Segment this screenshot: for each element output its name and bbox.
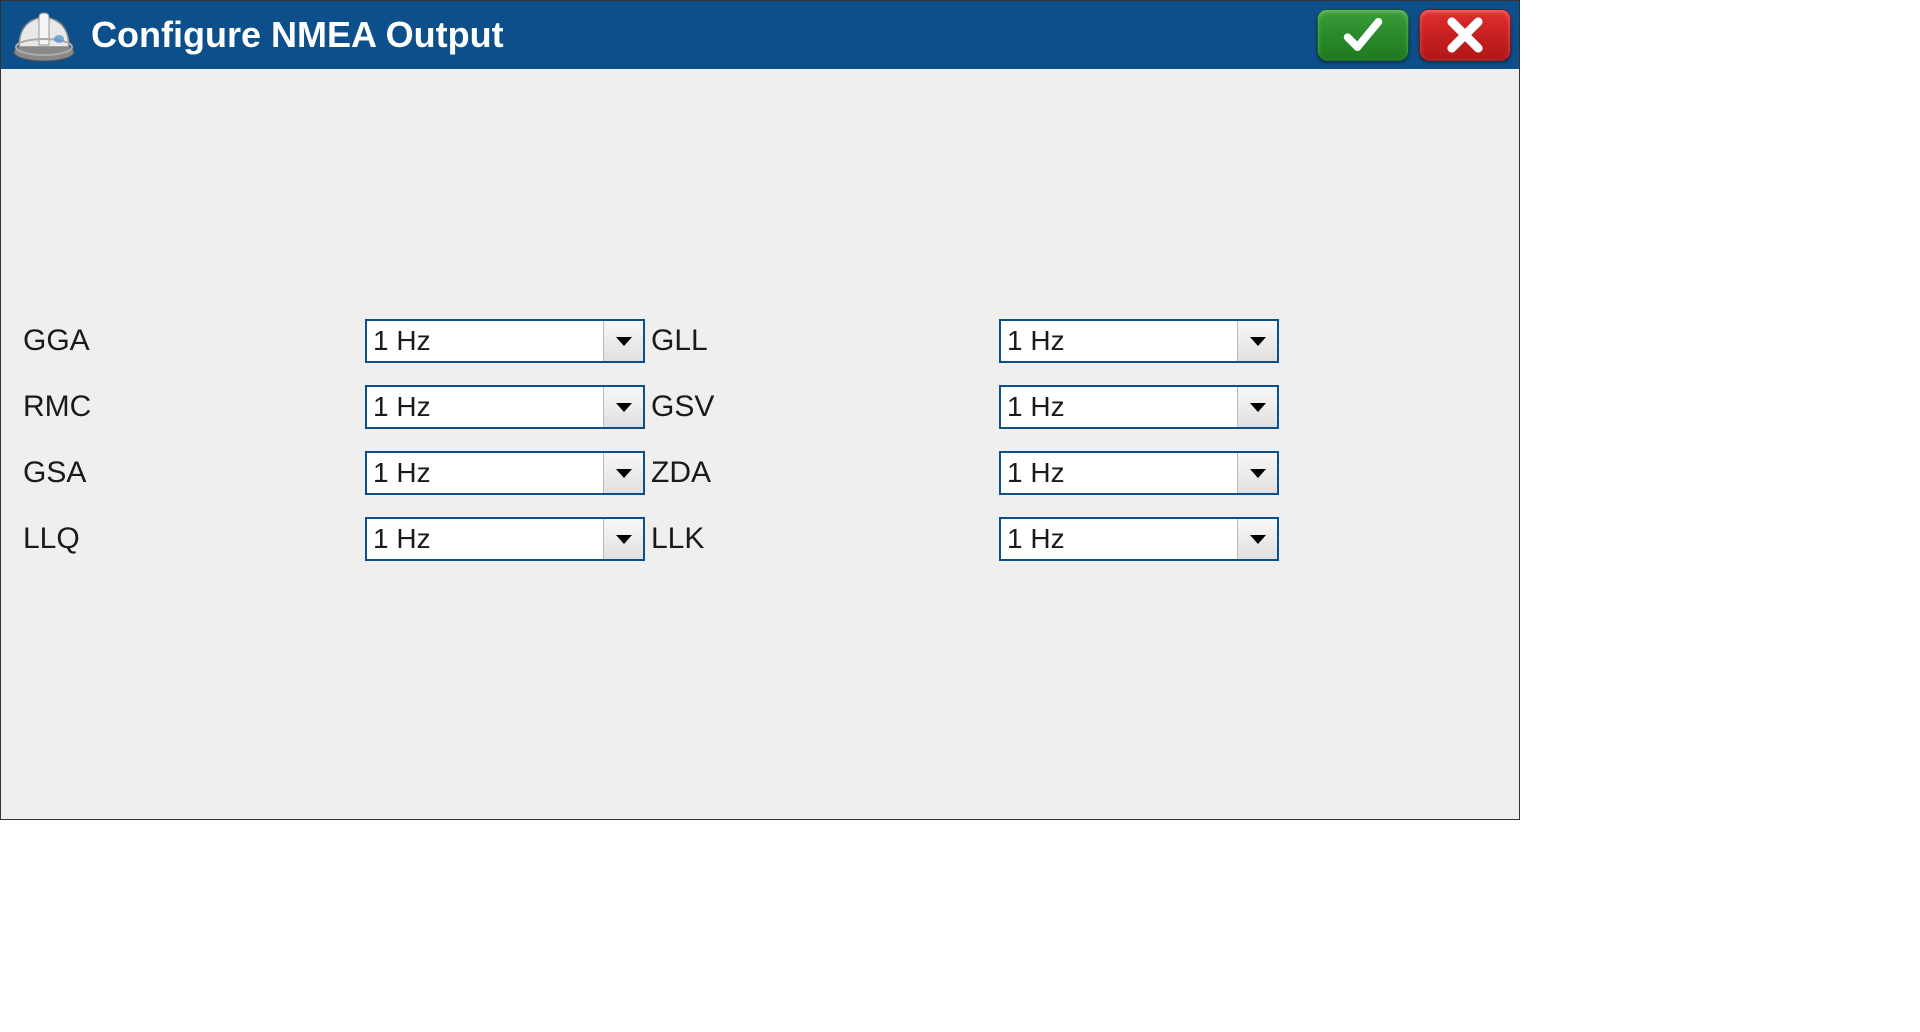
dropdown-value: 1 Hz	[367, 325, 603, 357]
hardhat-icon	[9, 5, 79, 65]
chevron-down-icon	[603, 387, 643, 427]
cancel-button[interactable]	[1419, 9, 1511, 61]
form-grid: GGA 1 Hz GLL 1 Hz RMC 1 Hz GSV 1 Hz	[23, 319, 1497, 561]
dropdown-value: 1 Hz	[367, 391, 603, 423]
label-llk: LLK	[647, 522, 997, 556]
chevron-down-icon	[603, 321, 643, 361]
page-title: Configure NMEA Output	[91, 14, 1317, 56]
close-icon	[1443, 13, 1487, 57]
dropdown-zda[interactable]: 1 Hz	[999, 451, 1279, 495]
checkmark-icon	[1341, 13, 1385, 57]
dropdown-llk[interactable]: 1 Hz	[999, 517, 1279, 561]
dropdown-gll[interactable]: 1 Hz	[999, 319, 1279, 363]
label-gsv: GSV	[647, 390, 997, 424]
dropdown-value: 1 Hz	[1001, 391, 1237, 423]
label-zda: ZDA	[647, 456, 997, 490]
chevron-down-icon	[603, 453, 643, 493]
dropdown-rmc[interactable]: 1 Hz	[365, 385, 645, 429]
chevron-down-icon	[1237, 519, 1277, 559]
content-area: GGA 1 Hz GLL 1 Hz RMC 1 Hz GSV 1 Hz	[1, 69, 1519, 819]
dropdown-llq[interactable]: 1 Hz	[365, 517, 645, 561]
dropdown-gsa[interactable]: 1 Hz	[365, 451, 645, 495]
label-gsa: GSA	[23, 456, 363, 490]
chevron-down-icon	[1237, 387, 1277, 427]
label-rmc: RMC	[23, 390, 363, 424]
dropdown-value: 1 Hz	[1001, 457, 1237, 489]
label-gga: GGA	[23, 324, 363, 358]
chevron-down-icon	[1237, 321, 1277, 361]
chevron-down-icon	[1237, 453, 1277, 493]
label-llq: LLQ	[23, 522, 363, 556]
dropdown-value: 1 Hz	[367, 457, 603, 489]
dropdown-value: 1 Hz	[1001, 523, 1237, 555]
dropdown-gsv[interactable]: 1 Hz	[999, 385, 1279, 429]
dropdown-gga[interactable]: 1 Hz	[365, 319, 645, 363]
header-buttons	[1317, 9, 1511, 61]
dropdown-value: 1 Hz	[1001, 325, 1237, 357]
chevron-down-icon	[603, 519, 643, 559]
header-bar: Configure NMEA Output	[1, 1, 1519, 69]
label-gll: GLL	[647, 324, 997, 358]
ok-button[interactable]	[1317, 9, 1409, 61]
dropdown-value: 1 Hz	[367, 523, 603, 555]
